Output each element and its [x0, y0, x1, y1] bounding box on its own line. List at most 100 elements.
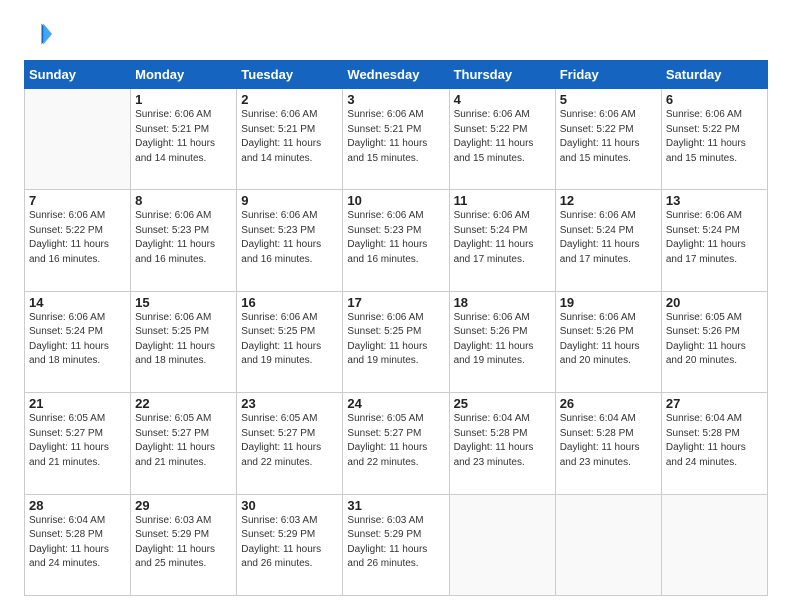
- day-cell: 7Sunrise: 6:06 AM Sunset: 5:22 PM Daylig…: [25, 190, 131, 291]
- day-number: 25: [454, 396, 551, 411]
- day-cell: 19Sunrise: 6:06 AM Sunset: 5:26 PM Dayli…: [555, 291, 661, 392]
- day-number: 11: [454, 193, 551, 208]
- day-info: Sunrise: 6:06 AM Sunset: 5:23 PM Dayligh…: [347, 209, 444, 267]
- day-number: 23: [241, 396, 338, 411]
- day-number: 31: [347, 498, 444, 513]
- day-number: 28: [29, 498, 126, 513]
- day-number: 14: [29, 295, 126, 310]
- day-cell: 21Sunrise: 6:05 AM Sunset: 5:27 PM Dayli…: [25, 393, 131, 494]
- day-info: Sunrise: 6:04 AM Sunset: 5:28 PM Dayligh…: [454, 412, 551, 470]
- day-number: 5: [560, 92, 657, 107]
- day-info: Sunrise: 6:06 AM Sunset: 5:25 PM Dayligh…: [135, 311, 232, 369]
- day-info: Sunrise: 6:05 AM Sunset: 5:27 PM Dayligh…: [135, 412, 232, 470]
- day-info: Sunrise: 6:06 AM Sunset: 5:21 PM Dayligh…: [135, 108, 232, 166]
- day-number: 8: [135, 193, 232, 208]
- day-info: Sunrise: 6:06 AM Sunset: 5:21 PM Dayligh…: [347, 108, 444, 166]
- calendar-header: SundayMondayTuesdayWednesdayThursdayFrid…: [25, 61, 768, 89]
- day-number: 26: [560, 396, 657, 411]
- day-cell: 1Sunrise: 6:06 AM Sunset: 5:21 PM Daylig…: [131, 89, 237, 190]
- day-cell: [661, 494, 767, 595]
- day-number: 15: [135, 295, 232, 310]
- day-number: 9: [241, 193, 338, 208]
- day-info: Sunrise: 6:06 AM Sunset: 5:24 PM Dayligh…: [666, 209, 763, 267]
- day-cell: 27Sunrise: 6:04 AM Sunset: 5:28 PM Dayli…: [661, 393, 767, 494]
- day-info: Sunrise: 6:06 AM Sunset: 5:22 PM Dayligh…: [666, 108, 763, 166]
- day-cell: 22Sunrise: 6:05 AM Sunset: 5:27 PM Dayli…: [131, 393, 237, 494]
- day-cell: 9Sunrise: 6:06 AM Sunset: 5:23 PM Daylig…: [237, 190, 343, 291]
- day-number: 4: [454, 92, 551, 107]
- day-number: 20: [666, 295, 763, 310]
- day-info: Sunrise: 6:06 AM Sunset: 5:24 PM Dayligh…: [29, 311, 126, 369]
- calendar-body: 1Sunrise: 6:06 AM Sunset: 5:21 PM Daylig…: [25, 89, 768, 596]
- day-number: 12: [560, 193, 657, 208]
- header-cell-friday: Friday: [555, 61, 661, 89]
- day-info: Sunrise: 6:06 AM Sunset: 5:22 PM Dayligh…: [560, 108, 657, 166]
- header-cell-wednesday: Wednesday: [343, 61, 449, 89]
- day-info: Sunrise: 6:06 AM Sunset: 5:22 PM Dayligh…: [454, 108, 551, 166]
- day-cell: 16Sunrise: 6:06 AM Sunset: 5:25 PM Dayli…: [237, 291, 343, 392]
- week-row-4: 21Sunrise: 6:05 AM Sunset: 5:27 PM Dayli…: [25, 393, 768, 494]
- day-number: 16: [241, 295, 338, 310]
- header: [24, 20, 768, 48]
- day-number: 2: [241, 92, 338, 107]
- day-cell: [25, 89, 131, 190]
- day-number: 18: [454, 295, 551, 310]
- day-number: 29: [135, 498, 232, 513]
- day-cell: 3Sunrise: 6:06 AM Sunset: 5:21 PM Daylig…: [343, 89, 449, 190]
- day-cell: 24Sunrise: 6:05 AM Sunset: 5:27 PM Dayli…: [343, 393, 449, 494]
- day-cell: 14Sunrise: 6:06 AM Sunset: 5:24 PM Dayli…: [25, 291, 131, 392]
- day-cell: 8Sunrise: 6:06 AM Sunset: 5:23 PM Daylig…: [131, 190, 237, 291]
- day-info: Sunrise: 6:05 AM Sunset: 5:27 PM Dayligh…: [241, 412, 338, 470]
- day-cell: 20Sunrise: 6:05 AM Sunset: 5:26 PM Dayli…: [661, 291, 767, 392]
- day-cell: 4Sunrise: 6:06 AM Sunset: 5:22 PM Daylig…: [449, 89, 555, 190]
- header-cell-sunday: Sunday: [25, 61, 131, 89]
- day-number: 6: [666, 92, 763, 107]
- day-number: 7: [29, 193, 126, 208]
- page: SundayMondayTuesdayWednesdayThursdayFrid…: [0, 0, 792, 612]
- day-info: Sunrise: 6:06 AM Sunset: 5:22 PM Dayligh…: [29, 209, 126, 267]
- day-number: 24: [347, 396, 444, 411]
- day-cell: 26Sunrise: 6:04 AM Sunset: 5:28 PM Dayli…: [555, 393, 661, 494]
- day-cell: [449, 494, 555, 595]
- day-number: 22: [135, 396, 232, 411]
- day-number: 1: [135, 92, 232, 107]
- day-cell: [555, 494, 661, 595]
- day-info: Sunrise: 6:03 AM Sunset: 5:29 PM Dayligh…: [347, 514, 444, 572]
- header-cell-monday: Monday: [131, 61, 237, 89]
- day-number: 10: [347, 193, 444, 208]
- header-cell-saturday: Saturday: [661, 61, 767, 89]
- day-info: Sunrise: 6:05 AM Sunset: 5:27 PM Dayligh…: [29, 412, 126, 470]
- day-cell: 10Sunrise: 6:06 AM Sunset: 5:23 PM Dayli…: [343, 190, 449, 291]
- week-row-3: 14Sunrise: 6:06 AM Sunset: 5:24 PM Dayli…: [25, 291, 768, 392]
- header-cell-thursday: Thursday: [449, 61, 555, 89]
- day-cell: 11Sunrise: 6:06 AM Sunset: 5:24 PM Dayli…: [449, 190, 555, 291]
- calendar-table: SundayMondayTuesdayWednesdayThursdayFrid…: [24, 60, 768, 596]
- day-info: Sunrise: 6:06 AM Sunset: 5:26 PM Dayligh…: [560, 311, 657, 369]
- day-info: Sunrise: 6:04 AM Sunset: 5:28 PM Dayligh…: [29, 514, 126, 572]
- day-number: 13: [666, 193, 763, 208]
- day-number: 27: [666, 396, 763, 411]
- day-info: Sunrise: 6:06 AM Sunset: 5:21 PM Dayligh…: [241, 108, 338, 166]
- day-number: 30: [241, 498, 338, 513]
- day-cell: 2Sunrise: 6:06 AM Sunset: 5:21 PM Daylig…: [237, 89, 343, 190]
- day-info: Sunrise: 6:05 AM Sunset: 5:27 PM Dayligh…: [347, 412, 444, 470]
- day-cell: 17Sunrise: 6:06 AM Sunset: 5:25 PM Dayli…: [343, 291, 449, 392]
- day-info: Sunrise: 6:06 AM Sunset: 5:23 PM Dayligh…: [241, 209, 338, 267]
- day-info: Sunrise: 6:06 AM Sunset: 5:26 PM Dayligh…: [454, 311, 551, 369]
- week-row-5: 28Sunrise: 6:04 AM Sunset: 5:28 PM Dayli…: [25, 494, 768, 595]
- day-cell: 31Sunrise: 6:03 AM Sunset: 5:29 PM Dayli…: [343, 494, 449, 595]
- header-cell-tuesday: Tuesday: [237, 61, 343, 89]
- day-cell: 28Sunrise: 6:04 AM Sunset: 5:28 PM Dayli…: [25, 494, 131, 595]
- day-cell: 29Sunrise: 6:03 AM Sunset: 5:29 PM Dayli…: [131, 494, 237, 595]
- day-number: 21: [29, 396, 126, 411]
- logo-icon: [24, 20, 52, 48]
- day-info: Sunrise: 6:04 AM Sunset: 5:28 PM Dayligh…: [560, 412, 657, 470]
- day-info: Sunrise: 6:06 AM Sunset: 5:25 PM Dayligh…: [241, 311, 338, 369]
- header-row: SundayMondayTuesdayWednesdayThursdayFrid…: [25, 61, 768, 89]
- day-info: Sunrise: 6:06 AM Sunset: 5:23 PM Dayligh…: [135, 209, 232, 267]
- day-info: Sunrise: 6:06 AM Sunset: 5:24 PM Dayligh…: [454, 209, 551, 267]
- week-row-2: 7Sunrise: 6:06 AM Sunset: 5:22 PM Daylig…: [25, 190, 768, 291]
- day-cell: 13Sunrise: 6:06 AM Sunset: 5:24 PM Dayli…: [661, 190, 767, 291]
- day-cell: 5Sunrise: 6:06 AM Sunset: 5:22 PM Daylig…: [555, 89, 661, 190]
- day-info: Sunrise: 6:04 AM Sunset: 5:28 PM Dayligh…: [666, 412, 763, 470]
